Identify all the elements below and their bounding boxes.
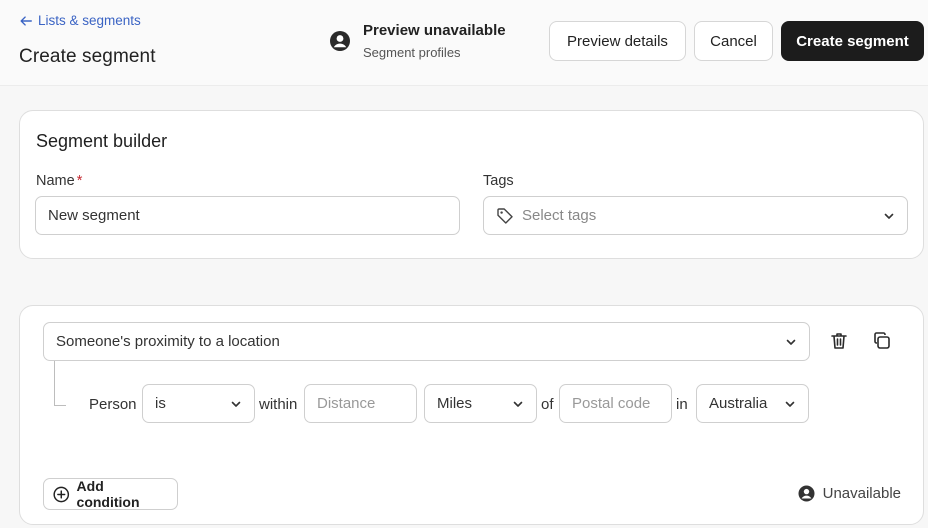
preview-details-button[interactable]: Preview details (549, 21, 686, 61)
of-label: of (541, 396, 554, 413)
condition-type-select[interactable]: Someone's proximity to a location (43, 322, 810, 361)
plus-circle-icon (53, 486, 70, 502)
operator-value: is (155, 395, 166, 412)
copy-icon[interactable] (871, 330, 893, 352)
tags-placeholder: Select tags (522, 207, 597, 224)
chevron-down-icon (785, 401, 795, 407)
name-input[interactable]: New segment (35, 196, 460, 235)
preview-status: Preview unavailable Segment profiles (329, 22, 506, 60)
condition-connector (54, 361, 66, 406)
user-circle-icon (330, 31, 350, 51)
unit-value: Miles (437, 395, 473, 412)
back-link-label[interactable]: Lists & segments (38, 13, 141, 28)
tags-select[interactable]: Select tags (483, 196, 908, 235)
tag-icon (497, 207, 513, 224)
create-segment-button[interactable]: Create segment (781, 21, 924, 61)
chevron-down-icon (884, 213, 894, 219)
name-input-value: New segment (48, 207, 140, 224)
add-condition-label: Add condition (76, 478, 140, 510)
chevron-down-icon (513, 401, 523, 407)
page-header: Lists & segments Create segment Preview … (0, 0, 928, 86)
in-label: in (676, 396, 688, 413)
add-condition-button[interactable]: Add condition (43, 478, 178, 510)
page-title: Create segment (19, 46, 156, 67)
cancel-button[interactable]: Cancel (694, 21, 773, 61)
country-value: Australia (709, 395, 768, 412)
segment-builder-card: Segment builder Name * New segment Tags S… (19, 110, 924, 259)
arrow-left-icon (20, 15, 32, 26)
unit-select[interactable]: Miles (424, 384, 537, 423)
builder-title: Segment builder (36, 131, 168, 151)
distance-input[interactable]: Distance (304, 384, 417, 423)
country-select[interactable]: Australia (696, 384, 809, 423)
distance-placeholder: Distance (317, 395, 376, 412)
name-label-text: Name (36, 173, 75, 189)
availability-label: Unavailable (822, 485, 901, 502)
required-marker: * (76, 173, 83, 189)
conditions-card: Someone's proximity to a location Person… (19, 305, 924, 525)
condition-type-value: Someone's proximity to a location (56, 333, 280, 350)
trash-icon[interactable] (828, 330, 850, 352)
chevron-down-icon (786, 339, 796, 345)
chevron-down-icon (231, 401, 241, 407)
back-link[interactable]: Lists & segments (19, 13, 141, 28)
preview-subtitle: Segment profiles (363, 45, 461, 60)
user-circle-icon (798, 485, 815, 502)
postal-code-input[interactable]: Postal code (559, 384, 672, 423)
operator-select[interactable]: is (142, 384, 255, 423)
subject-label: Person (89, 396, 137, 413)
preview-title: Preview unavailable (363, 22, 506, 39)
within-label: within (259, 396, 298, 413)
name-label: Name * (36, 173, 82, 189)
tags-label: Tags (483, 173, 514, 189)
postal-code-placeholder: Postal code (572, 395, 651, 412)
availability-status: Unavailable (798, 485, 901, 502)
